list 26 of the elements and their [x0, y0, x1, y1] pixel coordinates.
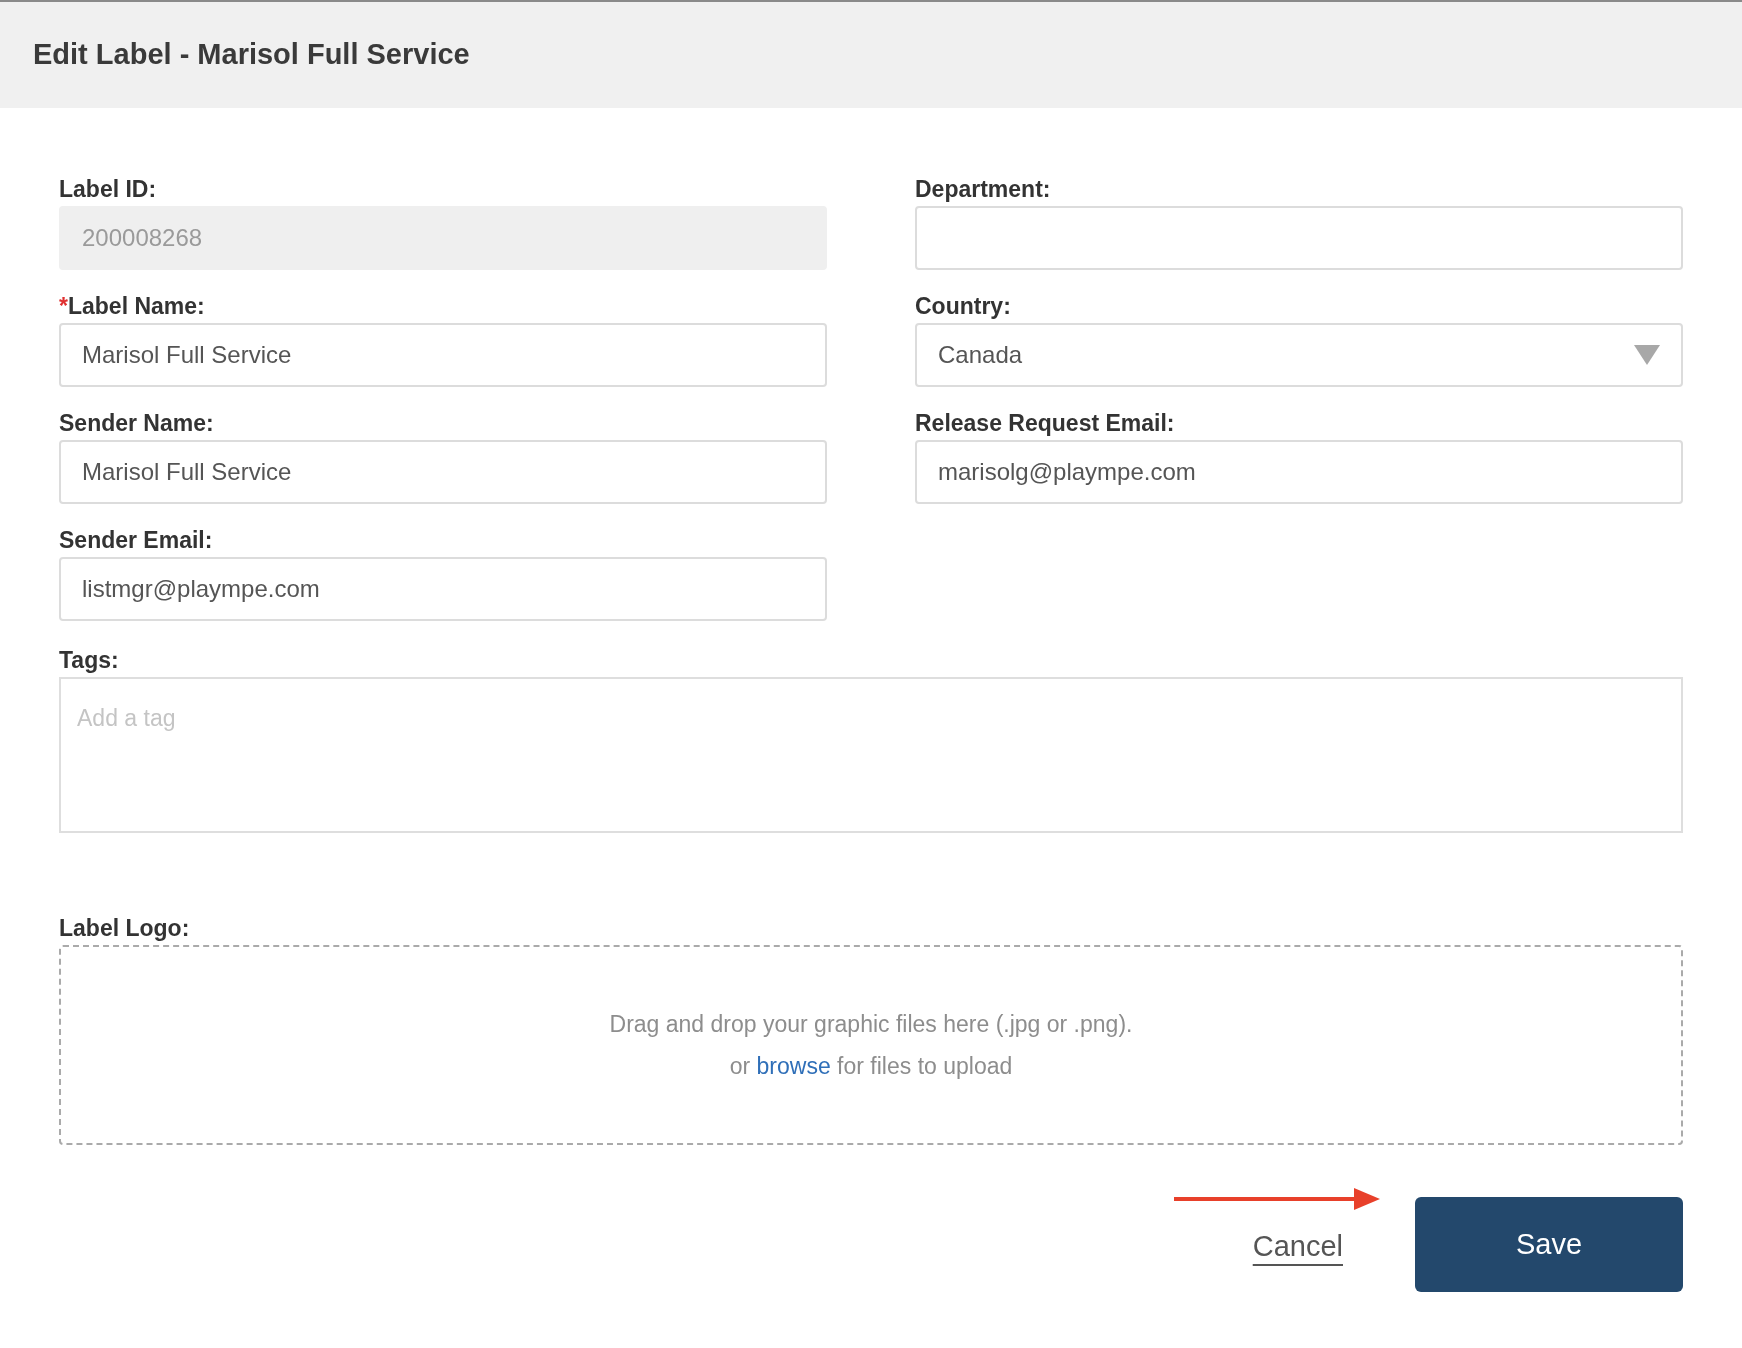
browse-instructions: or browse for files to upload: [729, 1052, 1013, 1081]
required-asterisk: *: [59, 292, 68, 318]
field-label: Label Logo:: [59, 914, 191, 940]
dialog-title: Edit Label - Marisol Full Service: [33, 37, 470, 73]
drop-instructions: Drag and drop your graphic files here (.jpg or .png).: [609, 1009, 1133, 1039]
text-field[interactable]: Marisol Full Service: [59, 440, 827, 504]
field-label: Sender Name:: [59, 409, 214, 435]
text-field[interactable]: marisolg@plaympe.com: [915, 440, 1683, 504]
save-button[interactable]: Save: [1415, 1197, 1683, 1292]
country-select[interactable]: Canada: [915, 323, 1683, 387]
text-field[interactable]: [915, 206, 1683, 270]
field-label: Label ID:: [59, 175, 157, 201]
text-field[interactable]: listmgr@plaympe.com: [59, 557, 827, 621]
field-label: Country:: [915, 292, 1011, 318]
text-field: 200008268: [59, 206, 827, 270]
text-field[interactable]: Marisol Full Service: [59, 323, 827, 387]
field-label: Label Name:: [67, 292, 205, 318]
dropdown-caret-icon: [1634, 345, 1660, 365]
field-label: Department:: [915, 175, 1051, 201]
field-label: Release Request Email:: [915, 409, 1175, 435]
browse-link[interactable]: browse: [756, 1053, 831, 1079]
field-label: Sender Email:: [59, 526, 213, 552]
field-label: Tags:: [59, 646, 120, 672]
file-drop-zone[interactable]: Drag and drop your graphic files here (.jpg or .png). or browse for files to upload: [59, 945, 1683, 1145]
cancel-link[interactable]: Cancel: [1252, 1224, 1343, 1269]
tags-field[interactable]: Add a tag: [59, 677, 1683, 833]
